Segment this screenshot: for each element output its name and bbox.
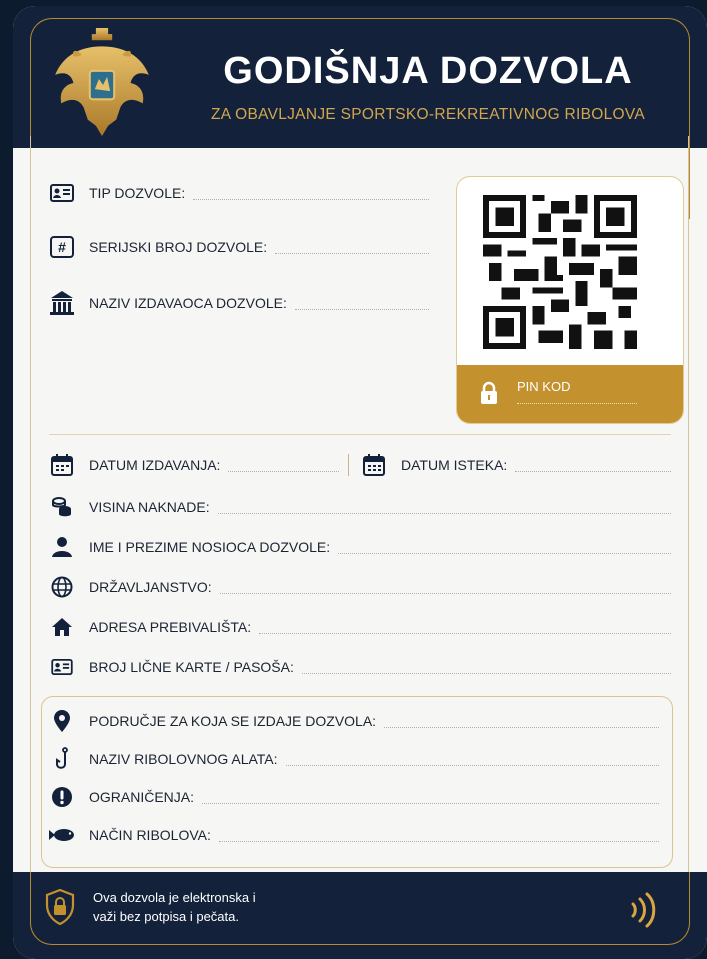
fill-line: [384, 715, 659, 728]
frame-right: [688, 136, 689, 876]
nfc-icon: [631, 892, 656, 928]
field-label: OGRANIČENJA:: [89, 789, 195, 805]
field-label: TIP DOZVOLE:: [89, 185, 186, 201]
calendar-icon: [49, 452, 75, 478]
fill-line: [202, 791, 659, 804]
fish-hook-icon: [49, 746, 75, 772]
globe-icon: [49, 574, 75, 600]
field-issue-date: DATUM IZDAVANJA:: [49, 452, 339, 478]
pin-code-label: PIN KOD: [517, 379, 571, 394]
id-card-icon: [49, 180, 75, 206]
fill-line: [193, 187, 429, 200]
footer-note: Ova dozvola je elektronska i važi bez po…: [93, 888, 393, 926]
field-id-passport-number: BROJ LIČNE KARTE / PASOŠA:: [49, 654, 671, 680]
calendar-icon: [361, 452, 387, 478]
permit-card: GODIŠNJA DOZVOLA ZA OBAVLJANJE SPORTSKO-…: [13, 6, 707, 959]
coins-icon: [49, 494, 75, 520]
date-separator: [348, 454, 349, 476]
field-label: NAZIV RIBOLOVNOG ALATA:: [89, 751, 278, 767]
fill-line: [218, 829, 659, 842]
fill-line: [259, 621, 671, 634]
warning-icon: [49, 784, 75, 810]
field-fishing-area: PODRUČJE ZA KOJA SE IZDAJE DOZVOLA:: [49, 708, 659, 734]
fish-icon: [49, 822, 75, 848]
field-label: IME I PREZIME NOSIOCA DOZVOLE:: [89, 539, 331, 555]
frame-left: [30, 136, 31, 876]
person-icon: [49, 534, 75, 560]
field-fishing-method: NAČIN RIBOLOVA:: [49, 822, 659, 848]
fill-line: [217, 501, 671, 514]
fill-line: [275, 241, 429, 254]
hash-icon: #: [49, 234, 75, 260]
id-card-icon: [49, 654, 75, 680]
fill-line: [219, 581, 671, 594]
field-fishing-gear: NAZIV RIBOLOVNOG ALATA:: [49, 746, 659, 772]
field-label: BROJ LIČNE KARTE / PASOŠA:: [89, 659, 294, 675]
lock-icon: [481, 381, 497, 404]
footer-line-2: važi bez potpisa i pečata.: [93, 909, 239, 924]
field-restrictions: OGRANIČENJA:: [49, 784, 659, 810]
qr-panel: PIN KOD: [456, 176, 684, 424]
fill-line: [294, 297, 429, 310]
building-icon: [49, 290, 75, 316]
field-holder-name: IME I PREZIME NOSIOCA DOZVOLE:: [49, 534, 671, 560]
divider: [49, 434, 671, 435]
qr-code[interactable]: [483, 195, 637, 349]
field-label: VISINA NAKNADE:: [89, 499, 210, 515]
field-citizenship: DRŽAVLJANSTVO:: [49, 574, 671, 600]
field-label: NAZIV IZDAVAOCA DOZVOLE:: [89, 295, 287, 311]
fill-line: [285, 753, 659, 766]
field-issuer-name: NAZIV IZDAVAOCA DOZVOLE:: [49, 290, 429, 316]
footer-line-1: Ova dozvola je elektronska i: [93, 890, 256, 905]
fill-line: [338, 541, 671, 554]
fill-line: [228, 459, 339, 472]
field-label: DRŽAVLJANSTVO:: [89, 579, 212, 595]
field-expiry-date: DATUM ISTEKA:: [361, 452, 671, 478]
field-label: ADRESA PREBIVALIŠTA:: [89, 619, 252, 635]
pin-code-line: [517, 403, 637, 404]
field-label: DATUM IZDAVANJA:: [89, 457, 221, 473]
location-pin-icon: [49, 708, 75, 734]
fill-line: [301, 661, 671, 674]
field-residence-address: ADRESA PREBIVALIŠTA:: [49, 614, 671, 640]
field-label: NAČIN RIBOLOVA:: [89, 827, 211, 843]
field-serial-number: # SERIJSKI BROJ DOZVOLE:: [49, 234, 429, 260]
field-fee-amount: VISINA NAKNADE:: [49, 494, 671, 520]
field-label: SERIJSKI BROJ DOZVOLE:: [89, 239, 268, 255]
field-label: PODRUČJE ZA KOJA SE IZDAJE DOZVOLA:: [89, 713, 377, 729]
permit-subtitle: ZA OBAVLJANJE SPORTSKO-REKREATIVNOG RIBO…: [210, 106, 646, 123]
field-permit-type: TIP DOZVOLE:: [49, 180, 429, 206]
coat-of-arms-icon: [55, 28, 149, 136]
shield-lock-icon: [45, 889, 75, 925]
fill-line: [515, 459, 671, 472]
pin-code-bar: PIN KOD: [457, 365, 683, 423]
permit-title: GODIŠNJA DOZVOLA: [223, 50, 633, 92]
home-icon: [49, 614, 75, 640]
svg-text:#: #: [58, 239, 66, 255]
field-label: DATUM ISTEKA:: [401, 457, 508, 473]
